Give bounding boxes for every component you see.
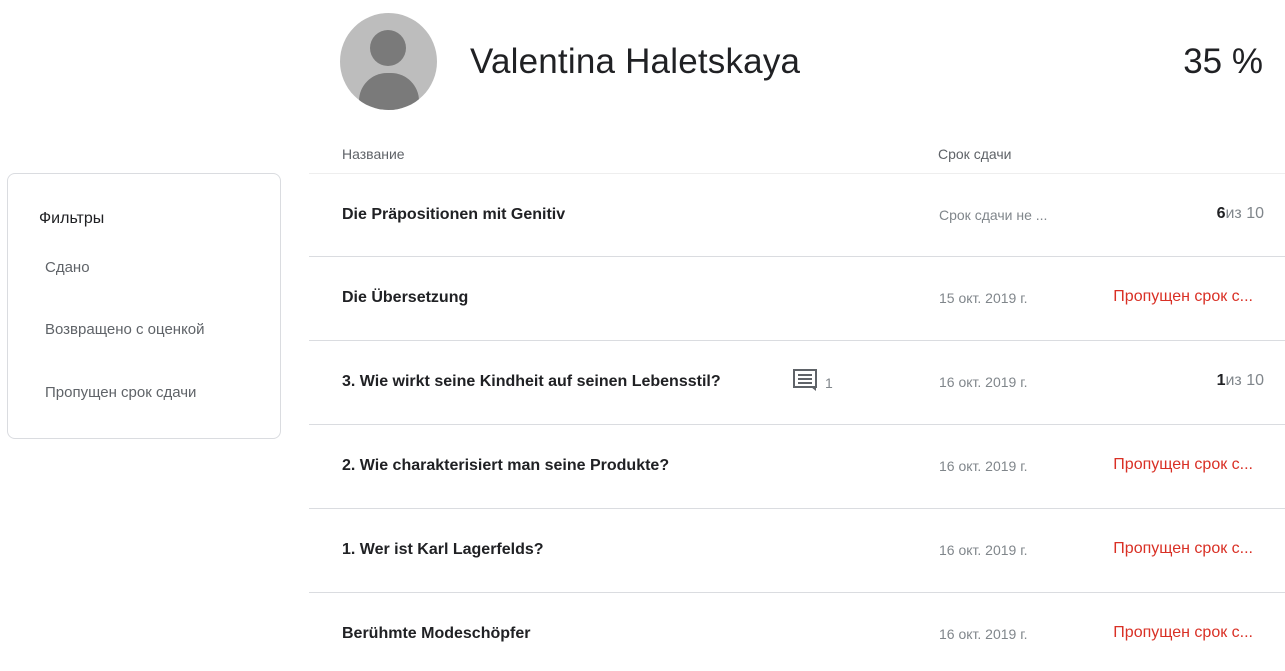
filter-returned-graded[interactable]: Возвращено с оценкой — [45, 321, 205, 338]
overall-percent: 35 % — [1183, 42, 1263, 81]
comment-icon — [793, 369, 817, 396]
avatar — [340, 13, 437, 110]
person-icon-body — [359, 73, 419, 110]
person-icon-head — [370, 30, 406, 66]
assignment-due: 16 окт. 2019 г. — [939, 626, 1028, 642]
assignment-row[interactable]: 3. Wie wirkt seine Kindheit auf seinen L… — [309, 341, 1285, 425]
assignment-due: 15 окт. 2019 г. — [939, 290, 1028, 306]
filters-title: Фильтры — [39, 210, 105, 227]
filters-card: Фильтры Сдано Возвращено с оценкой Пропу… — [7, 173, 281, 439]
assignment-due: 16 окт. 2019 г. — [939, 458, 1028, 474]
assignment-list: Die Präpositionen mit Genitiv Срок сдачи… — [309, 173, 1285, 671]
student-work-page: Valentina Haletskaya 35 % Название Срок … — [0, 0, 1285, 671]
assignment-title: Die Übersetzung — [342, 289, 469, 306]
assignment-row[interactable]: 1. Wer ist Karl Lagerfelds? 16 окт. 2019… — [309, 509, 1285, 593]
assignment-due: 16 окт. 2019 г. — [939, 542, 1028, 558]
comment-count: 1 — [825, 374, 833, 391]
assignment-grade: 6из 10 — [1217, 205, 1264, 223]
assignment-row[interactable]: Die Präpositionen mit Genitiv Срок сдачи… — [309, 173, 1285, 257]
filter-missing[interactable]: Пропущен срок сдачи — [45, 384, 196, 401]
student-name: Valentina Haletskaya — [470, 42, 801, 81]
grade-total: из 10 — [1225, 205, 1264, 222]
grade-total: из 10 — [1225, 372, 1264, 389]
assignment-title: 3. Wie wirkt seine Kindheit auf seinen L… — [342, 373, 721, 390]
column-header-name: Название — [342, 146, 405, 162]
assignment-title: 2. Wie charakterisiert man seine Produkt… — [342, 457, 670, 474]
assignment-status-missing: Пропущен срок с... — [1113, 288, 1253, 305]
assignment-title: 1. Wer ist Karl Lagerfelds? — [342, 541, 544, 558]
assignment-title: Die Präpositionen mit Genitiv — [342, 206, 566, 223]
assignment-status-missing: Пропущен срок с... — [1113, 540, 1253, 557]
comment-indicator[interactable]: 1 — [793, 369, 833, 396]
assignment-due: 16 окт. 2019 г. — [939, 374, 1028, 390]
assignment-row[interactable]: Die Übersetzung 15 окт. 2019 г. Пропущен… — [309, 257, 1285, 341]
assignment-grade: 1из 10 — [1217, 372, 1264, 390]
column-header-due: Срок сдачи — [938, 146, 1012, 162]
assignment-title: Berühmte Modeschöpfer — [342, 625, 531, 642]
assignment-due: Срок сдачи не ... — [939, 207, 1048, 223]
assignment-status-missing: Пропущен срок с... — [1113, 456, 1253, 473]
assignment-row[interactable]: Berühmte Modeschöpfer 16 окт. 2019 г. Пр… — [309, 593, 1285, 671]
assignment-status-missing: Пропущен срок с... — [1113, 624, 1253, 641]
filter-submitted[interactable]: Сдано — [45, 259, 90, 276]
assignment-row[interactable]: 2. Wie charakterisiert man seine Produkt… — [309, 425, 1285, 509]
